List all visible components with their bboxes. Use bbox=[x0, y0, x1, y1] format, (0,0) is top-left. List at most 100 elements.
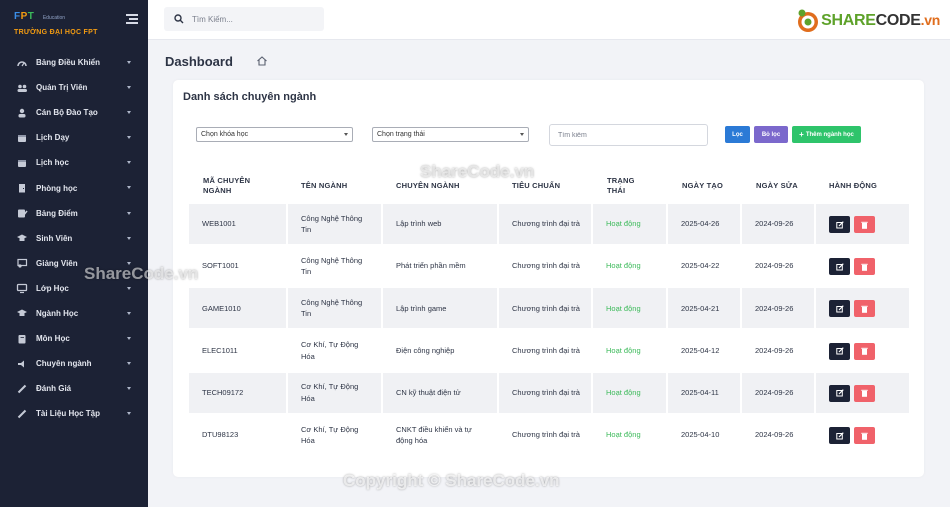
chevron-down-icon bbox=[127, 311, 131, 315]
column-header: NGÀY SỬA bbox=[756, 181, 798, 190]
sharecode-logo: SHARECODE.vn bbox=[795, 8, 940, 34]
name-value: Cơ Khí, Tự Động Hóa bbox=[301, 340, 359, 361]
delete-button[interactable] bbox=[854, 427, 875, 444]
teacher-icon bbox=[16, 257, 28, 269]
status-value: Hoạt động bbox=[606, 345, 641, 355]
home-icon[interactable] bbox=[256, 55, 268, 67]
chevron-down-icon bbox=[127, 86, 131, 90]
sidebar-item[interactable]: Lịch học bbox=[0, 150, 148, 175]
filter-button[interactable]: Lọc bbox=[725, 126, 750, 143]
cell-updated: 2024-09-26 bbox=[742, 204, 814, 244]
status-value: Hoạt động bbox=[606, 219, 641, 229]
edit-icon bbox=[835, 389, 844, 397]
chevron-down-icon bbox=[127, 286, 131, 290]
chevron-down-icon bbox=[520, 133, 524, 136]
sidebar-item-label: Môn Học bbox=[36, 334, 70, 344]
column-header: TRẠNG THÁI bbox=[607, 176, 635, 195]
cell-major: CN kỹ thuật điện tử bbox=[383, 372, 497, 413]
delete-button[interactable] bbox=[854, 258, 875, 276]
filter-search-input[interactable] bbox=[549, 124, 708, 146]
cell-updated: 2024-09-26 bbox=[742, 246, 814, 286]
sidebar-item[interactable]: Ngành Học bbox=[0, 301, 148, 326]
add-major-button[interactable]: + Thêm ngành học bbox=[792, 126, 861, 143]
chevron-down-icon bbox=[127, 61, 131, 64]
table-row: ELEC1011 Cơ Khí, Tự Động Hóa Điện công ngh… bbox=[189, 331, 909, 371]
course-select[interactable]: Chọn khóa học bbox=[196, 127, 353, 142]
sidebar-item[interactable]: Môn Học bbox=[0, 326, 148, 351]
chevron-down-icon bbox=[127, 387, 131, 391]
updated-value: 2024-09-26 bbox=[755, 388, 794, 398]
sidebar-item-label: Cán Bộ Đào Tạo bbox=[36, 108, 98, 118]
cell-standard: Chương trình đại trà bbox=[499, 204, 591, 244]
cell-name: Công Nghệ Thông Tin bbox=[288, 246, 381, 286]
sidebar-item[interactable]: Phòng học bbox=[0, 175, 148, 200]
clear-filter-button[interactable]: Bỏ lọc bbox=[754, 126, 788, 143]
sidebar-item[interactable]: Sinh Viên bbox=[0, 226, 148, 251]
staff-icon bbox=[16, 107, 28, 119]
monitor-icon bbox=[16, 282, 28, 294]
major-value: Điện công nghiệp bbox=[396, 345, 455, 355]
cell-code: WEB1001 bbox=[189, 204, 286, 244]
delete-button[interactable] bbox=[854, 384, 875, 402]
updated-value: 2024-09-26 bbox=[755, 219, 794, 229]
sidebar-item[interactable]: Lịch Dạy bbox=[0, 125, 148, 150]
plus-icon: + bbox=[799, 130, 804, 139]
sidebar-item-label: Sinh Viên bbox=[36, 233, 73, 243]
cell-name: Cơ Khí, Tự Động Hóa bbox=[288, 331, 381, 371]
cell-updated: 2024-09-26 bbox=[742, 415, 814, 455]
sharecode-logo-text: SHARECODE.vn bbox=[821, 12, 940, 29]
edit-icon bbox=[835, 305, 844, 313]
sidebar-item[interactable]: Lớp Học bbox=[0, 276, 148, 301]
cell-created: 2025-04-10 bbox=[668, 415, 740, 455]
sidebar-item[interactable]: Bảng Điểm bbox=[0, 201, 148, 226]
edit-icon bbox=[835, 262, 844, 271]
standard-value: Chương trình đại trà bbox=[512, 388, 580, 398]
cell-updated: 2024-09-26 bbox=[742, 288, 814, 329]
trash-icon bbox=[861, 305, 868, 313]
sidebar-item[interactable]: Bảng Điều Khiển bbox=[0, 50, 148, 75]
cell-standard: Chương trình đại trà bbox=[499, 415, 591, 455]
cell-created: 2025-04-12 bbox=[668, 331, 740, 371]
cell-actions bbox=[816, 204, 909, 244]
edit-icon bbox=[835, 220, 844, 228]
cell-code: TECH09172 bbox=[189, 372, 286, 413]
chevron-down-icon bbox=[127, 211, 131, 215]
logo-fpt: FPT bbox=[14, 11, 35, 22]
sidebar-item[interactable]: Quản Trị Viên bbox=[0, 75, 148, 100]
edit-button[interactable] bbox=[829, 216, 850, 233]
edit-icon bbox=[835, 347, 844, 355]
menu-toggle-icon[interactable] bbox=[126, 14, 138, 24]
pencil-icon bbox=[16, 408, 28, 420]
cell-actions bbox=[816, 331, 909, 371]
cell-actions bbox=[816, 372, 909, 413]
edit-button[interactable] bbox=[829, 258, 850, 276]
edit-button[interactable] bbox=[829, 384, 850, 402]
edit-button[interactable] bbox=[829, 342, 850, 360]
speaker-icon bbox=[16, 358, 28, 370]
edit-button[interactable] bbox=[829, 300, 850, 318]
chevron-down-icon bbox=[127, 186, 131, 190]
sidebar-item[interactable]: Giảng Viên bbox=[0, 251, 148, 276]
status-value: Hoạt động bbox=[606, 303, 641, 313]
sharecode-logo-icon bbox=[798, 9, 819, 32]
major-value: Phát triển phần mềm bbox=[396, 261, 466, 271]
table-row: TECH09172 Cơ Khí, Tự Động Hóa CN kỹ thuật … bbox=[189, 372, 909, 413]
card-title: Danh sách chuyên ngành bbox=[183, 91, 317, 103]
cell-standard: Chương trình đại trà bbox=[499, 331, 591, 371]
table-row: DTU98123 Cơ Khí, Tự Động Hóa CNKT điều khi… bbox=[189, 415, 909, 455]
search-input[interactable] bbox=[192, 14, 312, 24]
delete-button[interactable] bbox=[854, 300, 875, 318]
delete-button[interactable] bbox=[854, 342, 875, 360]
cell-status: Hoạt động bbox=[593, 415, 666, 455]
cell-name: Cơ Khí, Tự Động Hóa bbox=[288, 415, 381, 455]
edit-button[interactable] bbox=[829, 427, 850, 444]
status-select[interactable]: Chọn trạng thái bbox=[372, 127, 529, 142]
sidebar-item[interactable]: Tài Liệu Học Tập bbox=[0, 401, 148, 426]
delete-button[interactable] bbox=[854, 216, 875, 233]
sidebar-item[interactable]: Đánh Giá bbox=[0, 376, 148, 401]
sidebar-item-label: Ngành Học bbox=[36, 308, 79, 318]
created-value: 2025-04-21 bbox=[681, 303, 720, 313]
sidebar-item[interactable]: Chuyên ngành bbox=[0, 351, 148, 376]
sidebar-item[interactable]: Cán Bộ Đào Tạo bbox=[0, 100, 148, 125]
sidebar-item-label: Bảng Điểm bbox=[36, 208, 78, 218]
